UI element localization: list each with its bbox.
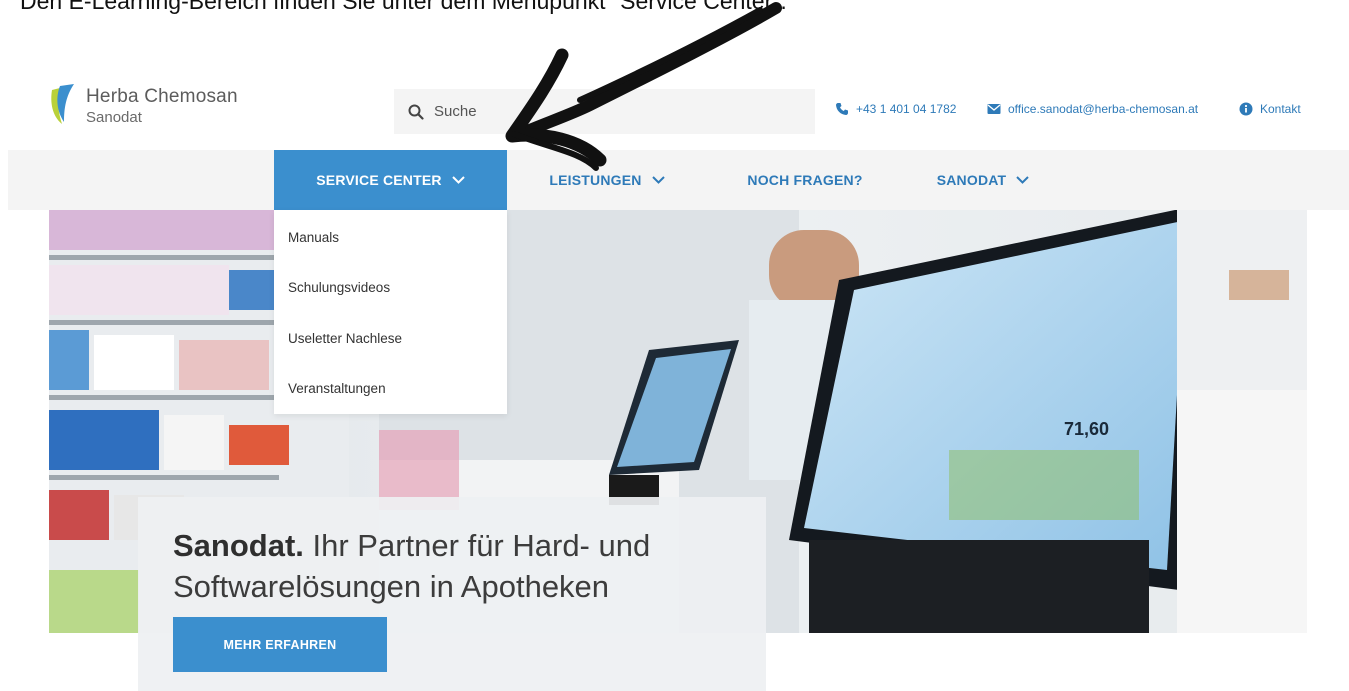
service-center-dropdown: Manuals Schulungsvideos Useletter Nachle… [274, 210, 507, 414]
leaf-logo-icon [51, 84, 74, 124]
brand-logo[interactable]: Herba Chemosan Sanodat [48, 82, 238, 126]
chevron-down-icon [452, 176, 465, 184]
screen-amount: 71,60 [1064, 419, 1109, 439]
dropdown-item-useletter-nachlese[interactable]: Useletter Nachlese [288, 331, 402, 346]
hero-headline: Sanodat. Ihr Partner für Hard- und Softw… [173, 525, 650, 607]
mehr-erfahren-button[interactable]: MEHR ERFAHREN [173, 617, 387, 672]
hero-text-box: Sanodat. Ihr Partner für Hard- und Softw… [138, 497, 766, 691]
nav-sanodat[interactable]: SANODAT [930, 150, 1036, 210]
chevron-down-icon [651, 176, 665, 184]
kontakt-link[interactable]: Kontakt [1239, 102, 1301, 116]
phone-icon [836, 103, 848, 115]
envelope-icon [987, 104, 1001, 114]
chevron-down-icon [1016, 176, 1030, 184]
email-link[interactable]: office.sanodat@herba-chemosan.at [987, 102, 1198, 116]
headline-line-2: Softwarelösungen in Apotheken [173, 569, 610, 604]
search-icon [408, 104, 424, 120]
nav-label: SERVICE CENTER [316, 172, 442, 188]
kontakt-label: Kontakt [1260, 102, 1301, 116]
brand-sub: Sanodat [86, 109, 142, 126]
info-icon [1239, 102, 1253, 116]
brand-name: Herba Chemosan [86, 86, 238, 107]
phone-number: +43 1 401 04 1782 [856, 102, 957, 116]
headline-rest: Ihr Partner für Hard- und [303, 528, 651, 563]
phone-link[interactable]: +43 1 401 04 1782 [835, 102, 956, 116]
nav-label: SANODAT [936, 172, 1007, 188]
dropdown-item-schulungsvideos[interactable]: Schulungsvideos [288, 280, 390, 295]
email-address: office.sanodat@herba-chemosan.at [1008, 102, 1199, 116]
dropdown-item-veranstaltungen[interactable]: Veranstaltungen [288, 381, 386, 396]
hand-drawn-arrow-icon [505, 2, 782, 171]
dropdown-item-manuals[interactable]: Manuals [288, 230, 339, 245]
nav-service-center[interactable]: SERVICE CENTER [274, 150, 507, 210]
headline-bold: Sanodat. [173, 528, 304, 563]
